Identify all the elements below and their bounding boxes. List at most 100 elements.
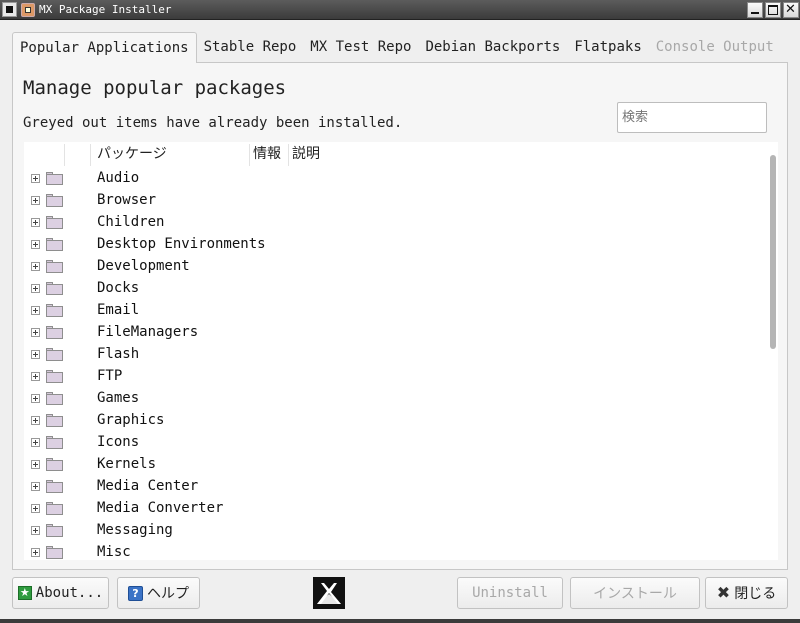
tab-mx-test-repo[interactable]: MX Test Repo xyxy=(303,32,418,63)
folder-icon xyxy=(46,282,63,295)
expand-icon[interactable] xyxy=(31,394,40,403)
tree-row[interactable]: Audio xyxy=(24,167,764,189)
maximize-button[interactable] xyxy=(765,2,781,18)
tree-row[interactable]: Misc xyxy=(24,541,764,560)
expand-icon[interactable] xyxy=(31,438,40,447)
expand-icon[interactable] xyxy=(31,284,40,293)
folder-icon xyxy=(46,392,63,405)
category-label: Icons xyxy=(97,434,140,450)
close-button[interactable]: ✖ 閉じる xyxy=(705,577,788,609)
expand-icon[interactable] xyxy=(31,174,40,183)
popular-applications-pane: Manage popular packages Greyed out items… xyxy=(12,62,788,570)
search-input[interactable] xyxy=(617,102,767,133)
folder-icon xyxy=(46,260,63,273)
category-label: Docks xyxy=(97,280,140,296)
tab-bar: Popular Applications Stable Repo MX Test… xyxy=(12,32,781,63)
expand-icon[interactable] xyxy=(31,350,40,359)
expand-icon[interactable] xyxy=(31,306,40,315)
package-tree[interactable]: パッケージ 情報 説明 Audio Browser Children Deskt… xyxy=(24,142,778,560)
expand-icon[interactable] xyxy=(31,548,40,557)
column-header-info[interactable]: 情報 xyxy=(253,142,281,166)
tree-row[interactable]: Browser xyxy=(24,189,764,211)
tree-row[interactable]: Kernels xyxy=(24,453,764,475)
expand-icon[interactable] xyxy=(31,416,40,425)
category-label: Audio xyxy=(97,170,140,186)
tree-row[interactable]: Messaging xyxy=(24,519,764,541)
page-subtitle: Greyed out items have already been insta… xyxy=(23,115,403,131)
expand-icon[interactable] xyxy=(31,372,40,381)
window-menu-button[interactable] xyxy=(2,2,17,17)
category-label: Browser xyxy=(97,192,157,208)
tree-row[interactable]: Desktop Environments xyxy=(24,233,764,255)
tree-row[interactable]: Flash xyxy=(24,343,764,365)
column-header-description[interactable]: 説明 xyxy=(292,142,320,166)
tab-flatpaks[interactable]: Flatpaks xyxy=(567,32,648,63)
category-label: Misc xyxy=(97,544,131,560)
expand-icon[interactable] xyxy=(31,328,40,337)
folder-icon xyxy=(46,348,63,361)
expand-icon[interactable] xyxy=(31,504,40,513)
tab-console-output: Console Output xyxy=(655,39,774,55)
category-label: FileManagers xyxy=(97,324,199,340)
window-bottom-border xyxy=(0,619,800,623)
tree-row[interactable]: Media Converter xyxy=(24,497,764,519)
column-separator xyxy=(249,144,250,166)
category-label: Messaging xyxy=(97,522,173,538)
expand-icon[interactable] xyxy=(31,196,40,205)
uninstall-button-label: Uninstall xyxy=(472,585,548,601)
tree-row[interactable]: Games xyxy=(24,387,764,409)
title-bar: MX Package Installer ✕ xyxy=(0,0,800,20)
close-window-button[interactable]: ✕ xyxy=(783,2,799,18)
expand-icon[interactable] xyxy=(31,460,40,469)
category-label: Children xyxy=(97,214,165,230)
about-button-label: About... xyxy=(35,585,104,601)
category-label: Email xyxy=(97,302,140,318)
category-label: Desktop Environments xyxy=(97,236,266,252)
page-title: Manage popular packages xyxy=(23,77,287,99)
expand-icon[interactable] xyxy=(31,240,40,249)
window-title: MX Package Installer xyxy=(39,3,172,16)
tree-row[interactable]: Media Center xyxy=(24,475,764,497)
tree-rows: Audio Browser Children Desktop Environme… xyxy=(24,167,764,560)
help-button[interactable]: ? ヘルプ xyxy=(117,577,200,609)
category-label: Graphics xyxy=(97,412,165,428)
tree-row[interactable]: Graphics xyxy=(24,409,764,431)
tree-row[interactable]: Development xyxy=(24,255,764,277)
folder-icon xyxy=(46,216,63,229)
maximize-icon xyxy=(768,5,778,15)
x-icon: ✖ xyxy=(716,583,731,602)
tree-row[interactable]: Docks xyxy=(24,277,764,299)
expand-icon[interactable] xyxy=(31,526,40,535)
tab-popular-applications[interactable]: Popular Applications xyxy=(12,32,197,63)
tab-debian-backports[interactable]: Debian Backports xyxy=(418,32,567,63)
column-separator xyxy=(90,144,91,166)
folder-icon xyxy=(46,326,63,339)
folder-icon xyxy=(46,238,63,251)
uninstall-button[interactable]: Uninstall xyxy=(457,577,563,609)
expand-icon[interactable] xyxy=(31,262,40,271)
folder-icon xyxy=(46,546,63,559)
tree-row[interactable]: Children xyxy=(24,211,764,233)
tree-row[interactable]: Email xyxy=(24,299,764,321)
minimize-button[interactable] xyxy=(747,2,763,18)
column-separator xyxy=(64,144,65,166)
column-header-package[interactable]: パッケージ xyxy=(97,142,167,166)
tab-stable-repo[interactable]: Stable Repo xyxy=(197,32,304,63)
tree-row[interactable]: Icons xyxy=(24,431,764,453)
folder-icon xyxy=(46,502,63,515)
category-label: Kernels xyxy=(97,456,157,472)
folder-icon xyxy=(46,370,63,383)
category-label: Games xyxy=(97,390,140,406)
tree-row[interactable]: FTP xyxy=(24,365,764,387)
expand-icon[interactable] xyxy=(31,482,40,491)
category-label: Development xyxy=(97,258,190,274)
tree-row[interactable]: FileManagers xyxy=(24,321,764,343)
category-label: Media Center xyxy=(97,478,199,494)
expand-icon[interactable] xyxy=(31,218,40,227)
close-icon: ✕ xyxy=(785,2,796,17)
question-icon: ? xyxy=(128,585,143,601)
vertical-scrollbar[interactable] xyxy=(770,155,776,349)
install-button[interactable]: インストール xyxy=(570,577,700,609)
folder-icon xyxy=(46,436,63,449)
about-button[interactable]: ★ About... xyxy=(12,577,109,609)
